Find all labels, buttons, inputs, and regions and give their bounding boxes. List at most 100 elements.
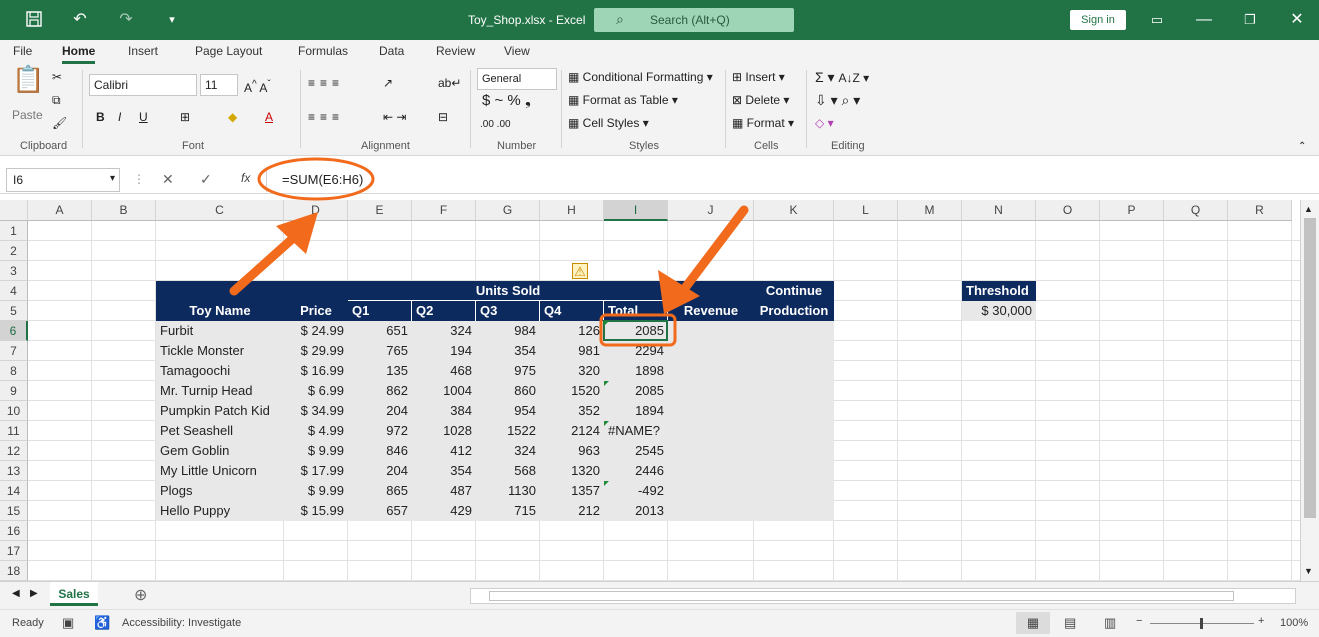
- ribbon-display-icon[interactable]: ▭: [1147, 10, 1167, 30]
- row-header-7[interactable]: 7: [0, 341, 28, 361]
- row-header-2[interactable]: 2: [0, 241, 28, 261]
- units-cell[interactable]: 324: [476, 441, 540, 461]
- revenue-cell[interactable]: [668, 341, 754, 361]
- sheet-tab-sales[interactable]: Sales: [50, 582, 98, 606]
- price-cell[interactable]: $ 24.99: [284, 321, 348, 341]
- underline-button[interactable]: U: [139, 108, 148, 126]
- toy-name-cell[interactable]: Tickle Monster: [156, 341, 284, 361]
- font-size-select[interactable]: 11: [200, 74, 238, 96]
- column-header-g[interactable]: G: [476, 200, 540, 221]
- total-cell[interactable]: 2446: [604, 461, 668, 481]
- insert-cells-button[interactable]: ⊞ Insert ▾: [732, 68, 785, 86]
- total-cell[interactable]: 1898: [604, 361, 668, 381]
- column-header-n[interactable]: N: [962, 200, 1036, 221]
- error-indicator-icon[interactable]: [604, 481, 609, 486]
- scroll-up-icon[interactable]: ▲: [1304, 204, 1313, 214]
- units-cell[interactable]: 194: [412, 341, 476, 361]
- price-cell[interactable]: $ 16.99: [284, 361, 348, 381]
- paste-button[interactable]: Paste: [12, 106, 43, 124]
- format-painter-icon[interactable]: 🖌: [52, 114, 67, 132]
- worksheet-grid[interactable]: A B C D E F G H I J K L M N O P Q R 1 2 3 4 5 6 7 8 9 10 11 12 13 14 15 1…: [0, 200, 1300, 581]
- total-cell[interactable]: #NAME?: [604, 421, 668, 441]
- tab-view[interactable]: View: [504, 44, 530, 58]
- error-indicator-icon[interactable]: [604, 421, 609, 426]
- header-cell[interactable]: [668, 281, 754, 301]
- units-cell[interactable]: 1357: [540, 481, 604, 501]
- units-cell[interactable]: 657: [348, 501, 412, 521]
- column-header-r[interactable]: R: [1228, 200, 1292, 221]
- price-cell[interactable]: $ 9.99: [284, 481, 348, 501]
- select-all-corner[interactable]: [0, 200, 28, 221]
- autosum-icon[interactable]: Σ ▾ A↓Z ▾: [815, 68, 869, 87]
- units-cell[interactable]: 1130: [476, 481, 540, 501]
- units-cell[interactable]: 862: [348, 381, 412, 401]
- units-cell[interactable]: 384: [412, 401, 476, 421]
- units-cell[interactable]: 204: [348, 461, 412, 481]
- revenue-cell[interactable]: [668, 381, 754, 401]
- header-cell[interactable]: [284, 281, 348, 301]
- save-icon[interactable]: [24, 10, 44, 30]
- row-header-10[interactable]: 10: [0, 401, 28, 421]
- italic-button[interactable]: I: [118, 108, 121, 126]
- units-cell[interactable]: 963: [540, 441, 604, 461]
- row-header-1[interactable]: 1: [0, 221, 28, 241]
- units-cell[interactable]: 320: [540, 361, 604, 381]
- paste-icon[interactable]: 📋: [12, 66, 44, 92]
- units-cell[interactable]: 651: [348, 321, 412, 341]
- insert-function-icon[interactable]: fx: [241, 171, 250, 185]
- column-header-p[interactable]: P: [1100, 200, 1164, 221]
- units-cell[interactable]: 1520: [540, 381, 604, 401]
- column-header-m[interactable]: M: [898, 200, 962, 221]
- column-header-a[interactable]: A: [28, 200, 92, 221]
- revenue-cell[interactable]: [668, 481, 754, 501]
- row-header-5[interactable]: 5: [0, 301, 28, 321]
- units-cell[interactable]: 975: [476, 361, 540, 381]
- vertical-scroll-thumb[interactable]: [1304, 218, 1316, 518]
- units-cell[interactable]: 954: [476, 401, 540, 421]
- units-cell[interactable]: 972: [348, 421, 412, 441]
- column-header-e[interactable]: E: [348, 200, 412, 221]
- toy-name-cell[interactable]: Pumpkin Patch Kid: [156, 401, 284, 421]
- horizontal-scrollbar[interactable]: [470, 588, 1296, 604]
- row-header-4[interactable]: 4: [0, 281, 28, 301]
- minimize-icon[interactable]: —: [1194, 10, 1214, 30]
- collapse-ribbon-icon[interactable]: ⌃: [1298, 138, 1306, 156]
- column-header-o[interactable]: O: [1036, 200, 1100, 221]
- fill-color-icon[interactable]: ◆: [228, 108, 237, 126]
- tab-insert[interactable]: Insert: [128, 44, 158, 58]
- vertical-scrollbar[interactable]: ▲ ▼: [1300, 200, 1319, 581]
- units-cell[interactable]: 212: [540, 501, 604, 521]
- next-sheet-icon[interactable]: ▶: [30, 588, 38, 599]
- bold-button[interactable]: B: [96, 108, 105, 126]
- continue-production-cell[interactable]: [754, 361, 834, 381]
- vertical-align-icons[interactable]: ≡≡≡: [308, 74, 344, 92]
- add-sheet-icon[interactable]: ⊕: [134, 585, 147, 605]
- units-cell[interactable]: 981: [540, 341, 604, 361]
- header-continue[interactable]: Continue: [754, 281, 834, 301]
- units-cell[interactable]: 429: [412, 501, 476, 521]
- total-cell[interactable]: 2085: [604, 381, 668, 401]
- revenue-cell[interactable]: [668, 321, 754, 341]
- units-cell[interactable]: 135: [348, 361, 412, 381]
- units-cell[interactable]: 984: [476, 321, 540, 341]
- units-cell[interactable]: 568: [476, 461, 540, 481]
- page-break-view-icon[interactable]: ▥: [1104, 615, 1116, 631]
- units-cell[interactable]: 354: [476, 341, 540, 361]
- units-cell[interactable]: 1004: [412, 381, 476, 401]
- units-cell[interactable]: 1320: [540, 461, 604, 481]
- horizontal-scroll-thumb[interactable]: [489, 591, 1234, 601]
- cancel-icon[interactable]: ✕: [162, 171, 174, 188]
- clear-icon[interactable]: ◇ ▾: [815, 114, 834, 132]
- units-cell[interactable]: 860: [476, 381, 540, 401]
- delete-cells-button[interactable]: ⊠ Delete ▾: [732, 91, 789, 109]
- horizontal-align-icons[interactable]: ≡≡≡: [308, 108, 344, 126]
- toy-name-cell[interactable]: Pet Seashell: [156, 421, 284, 441]
- units-cell[interactable]: 846: [348, 441, 412, 461]
- row-header-12[interactable]: 12: [0, 441, 28, 461]
- row-header-15[interactable]: 15: [0, 501, 28, 521]
- toy-name-cell[interactable]: Plogs: [156, 481, 284, 501]
- header-cell[interactable]: [156, 281, 284, 301]
- continue-production-cell[interactable]: [754, 441, 834, 461]
- error-indicator-icon[interactable]: [604, 381, 609, 386]
- column-header-i[interactable]: I: [604, 200, 668, 221]
